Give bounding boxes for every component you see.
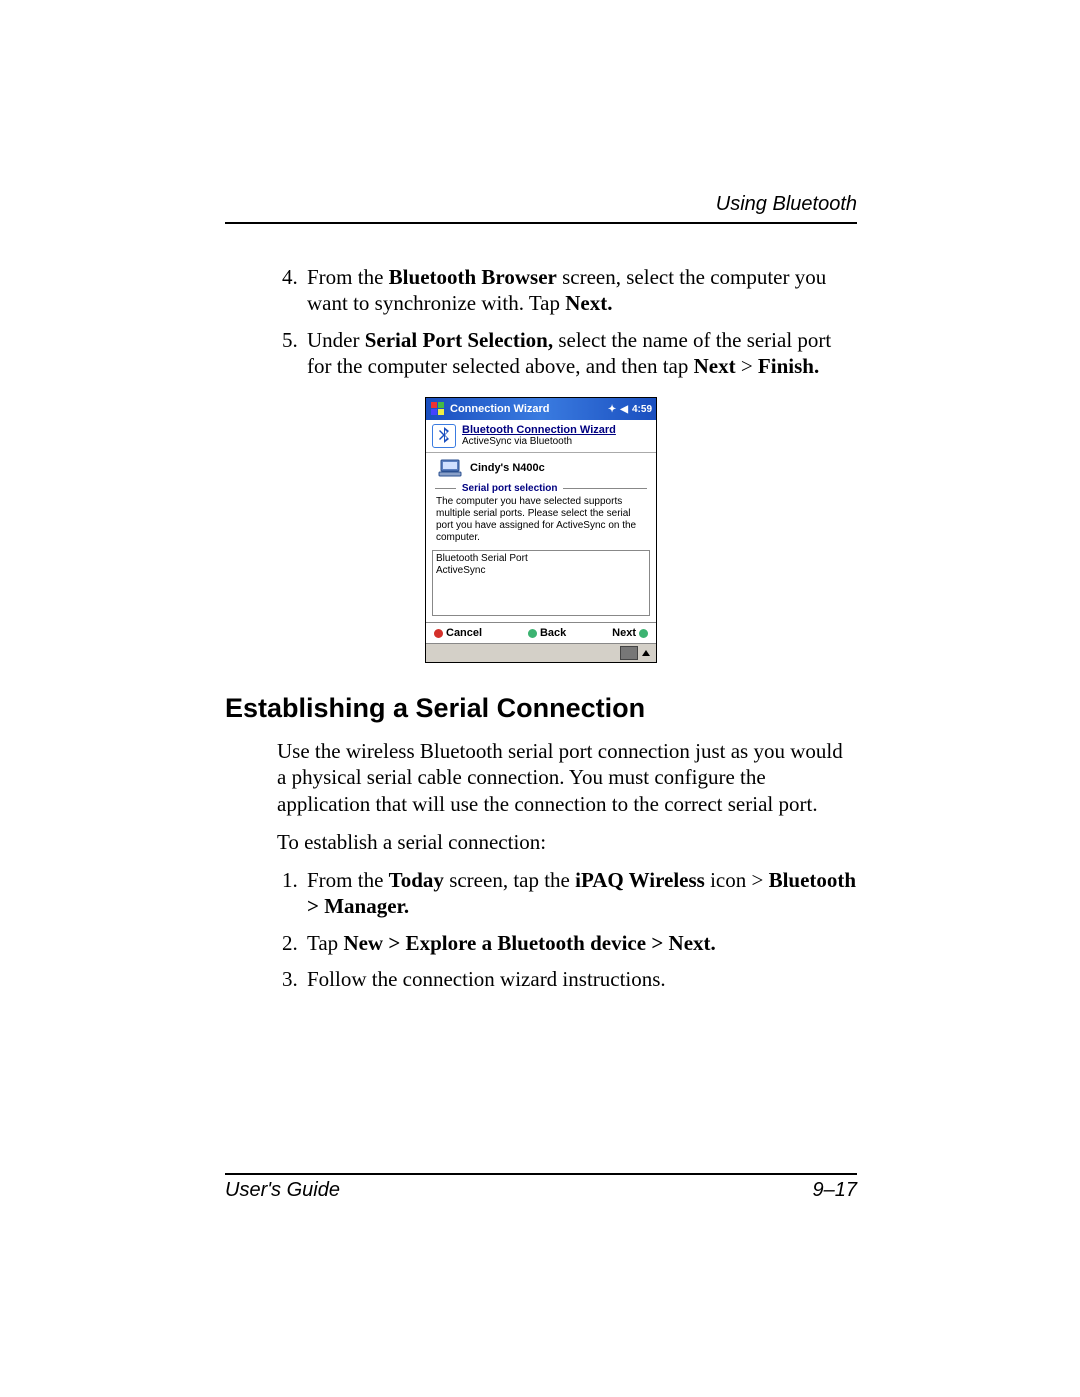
wizard-body: Bluetooth Connection Wizard ActiveSync v… [426, 420, 656, 662]
titlebar-status: ✦ ◀ 4:59 [608, 404, 652, 415]
wizard-screenshot: Connection Wizard ✦ ◀ 4:59 Bluetooth Con… [425, 397, 657, 663]
step-4: From the Bluetooth Browser screen, selec… [303, 264, 857, 317]
page-footer: User's Guide 9–17 [225, 1173, 857, 1202]
serial-port-help-text: The computer you have selected supports … [426, 494, 656, 548]
wizard-title: Connection Wizard [450, 403, 550, 415]
keyboard-icon[interactable] [620, 646, 638, 660]
selected-computer-row: Cindy's N400c [426, 457, 656, 483]
header-rule [225, 222, 857, 224]
footer-left: User's Guide [225, 1179, 340, 1202]
windows-flag-icon [430, 401, 446, 417]
bluetooth-icon [432, 424, 456, 448]
content-area: Using Bluetooth From the Bluetooth Brows… [225, 193, 857, 1010]
wizard-sip-bar [426, 643, 656, 662]
list-item[interactable]: Bluetooth Serial Port [436, 553, 646, 565]
laptop-icon [438, 459, 462, 477]
back-button[interactable]: Back [528, 627, 566, 639]
speaker-icon: ◀ [620, 404, 628, 415]
cancel-icon [434, 629, 443, 638]
section-paragraph-2: To establish a serial connection: [225, 829, 857, 855]
wizard-titlebar: Connection Wizard ✦ ◀ 4:59 [426, 398, 656, 420]
next-icon [639, 629, 648, 638]
back-icon [528, 629, 537, 638]
next-button[interactable]: Next [612, 627, 648, 639]
serial-step-1: From the Today screen, tap the iPAQ Wire… [303, 867, 857, 920]
connection-icon: ✦ [608, 404, 616, 415]
section-heading: Establishing a Serial Connection [225, 693, 857, 724]
wizard-button-bar: Cancel Back Next [426, 622, 656, 643]
list-item[interactable]: ActiveSync [436, 565, 646, 577]
step-5: Under Serial Port Selection, select the … [303, 327, 857, 380]
serial-step-3: Follow the connection wizard instruction… [303, 966, 857, 992]
section-header: Using Bluetooth [225, 193, 857, 216]
sip-up-icon[interactable] [642, 650, 650, 656]
serial-step-2: Tap New > Explore a Bluetooth device > N… [303, 930, 857, 956]
footer-right: 9–17 [813, 1179, 858, 1202]
cancel-button[interactable]: Cancel [434, 627, 482, 639]
wizard-header-subtitle: ActiveSync via Bluetooth [462, 436, 650, 447]
page: Using Bluetooth From the Bluetooth Brows… [0, 0, 1080, 1397]
wizard-header-title: Bluetooth Connection Wizard [462, 424, 650, 436]
continued-steps-list: From the Bluetooth Browser screen, selec… [225, 264, 857, 379]
clock-time: 4:59 [632, 404, 652, 415]
serial-port-legend: Serial port selection [426, 483, 656, 494]
computer-name: Cindy's N400c [470, 462, 545, 474]
serial-steps-list: From the Today screen, tap the iPAQ Wire… [225, 867, 857, 992]
footer-rule [225, 1173, 857, 1175]
wizard-header: Bluetooth Connection Wizard ActiveSync v… [426, 420, 656, 450]
section-paragraph-1: Use the wireless Bluetooth serial port c… [225, 738, 857, 817]
serial-port-listbox[interactable]: Bluetooth Serial Port ActiveSync [432, 550, 650, 616]
